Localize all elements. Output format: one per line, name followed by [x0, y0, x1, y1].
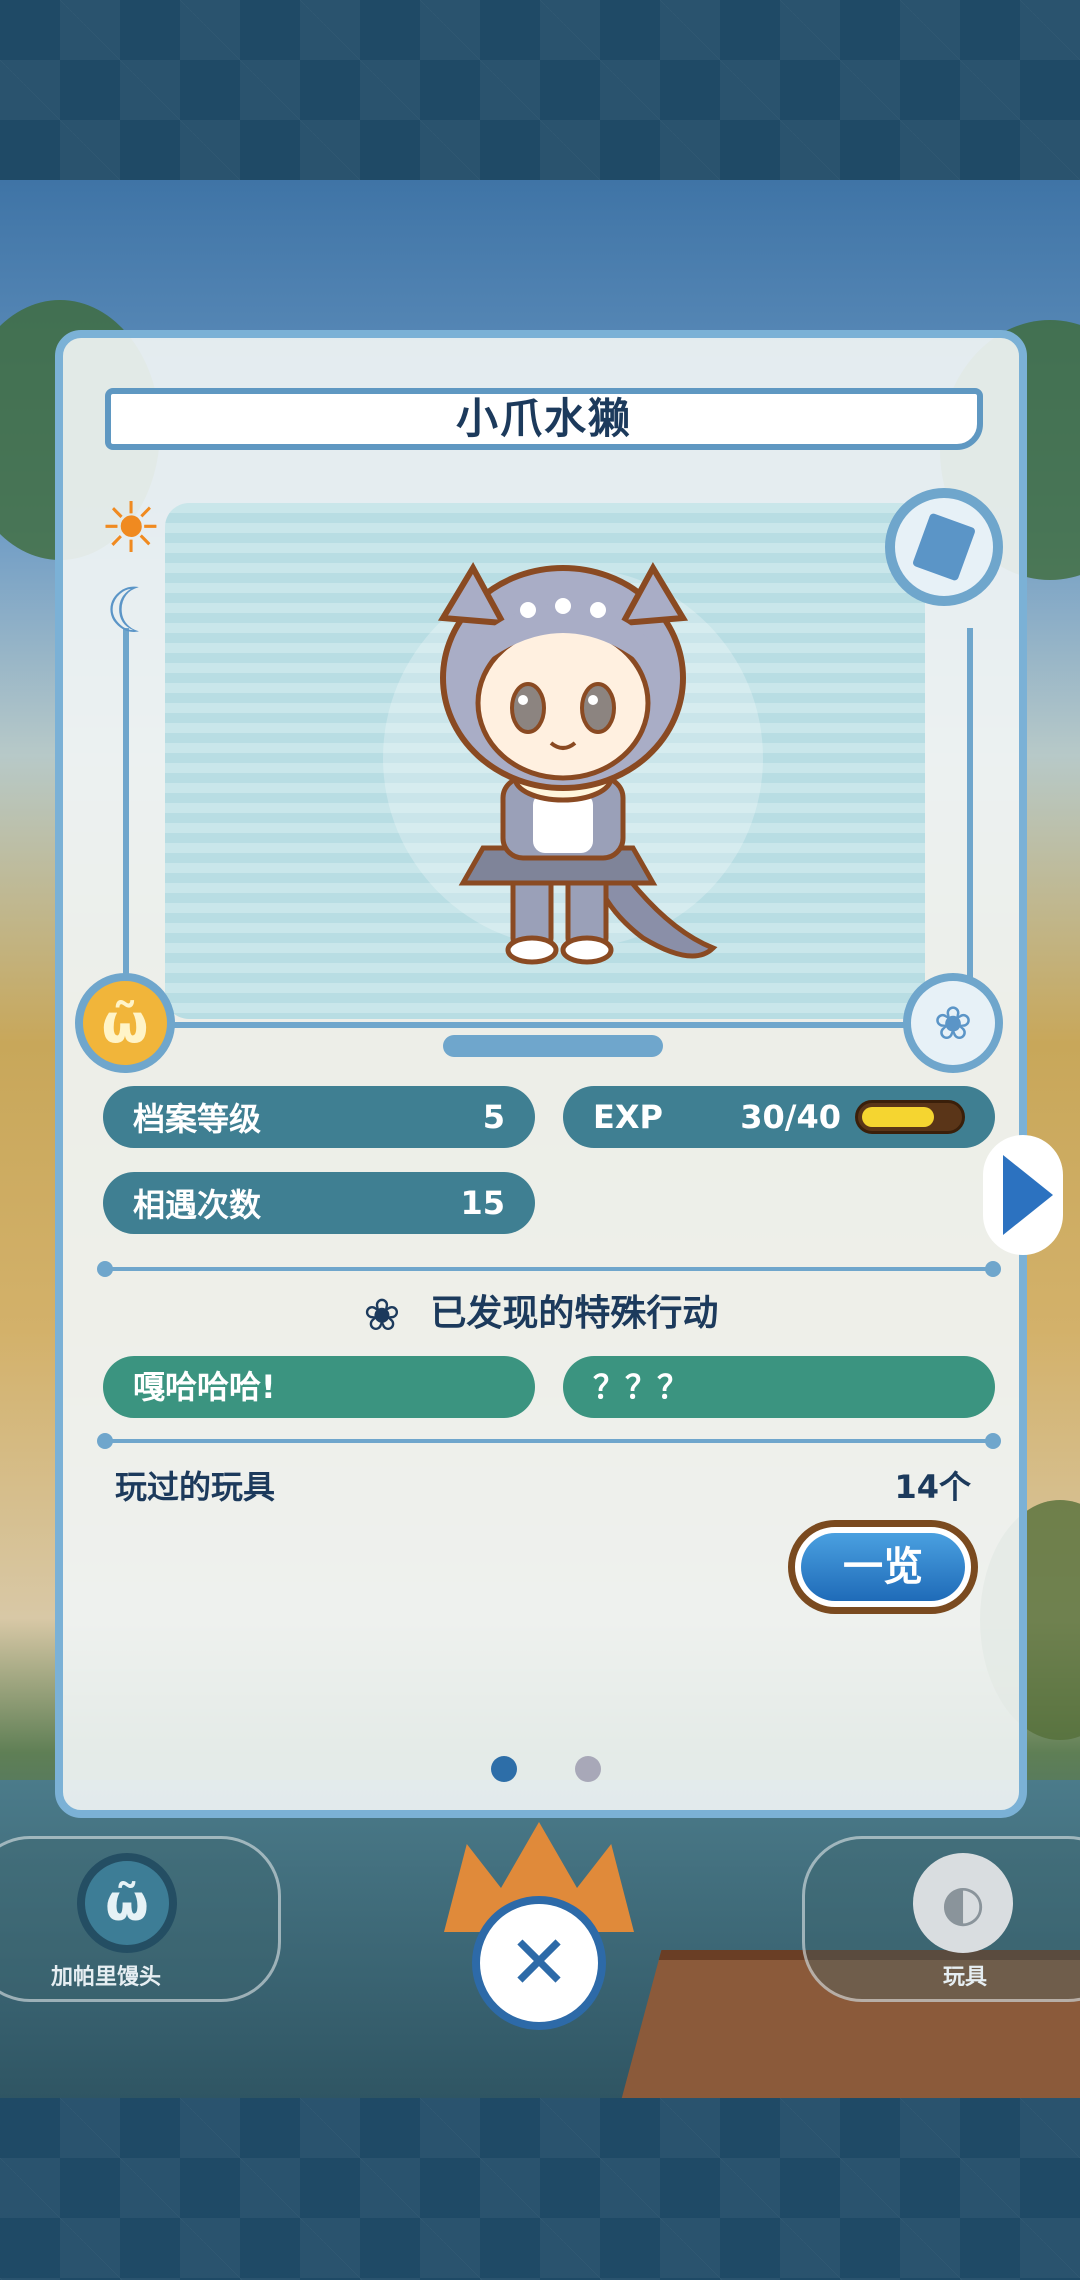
portrait-frame-tab	[443, 1035, 663, 1057]
tab-toys[interactable]: ◐ 玩具	[802, 1836, 1080, 2002]
manju-icon: ῶ	[77, 1853, 177, 1953]
exp-value: 30/40	[740, 1098, 841, 1136]
bottom-pattern-band	[0, 2098, 1080, 2280]
page-indicator-dot[interactable]	[575, 1756, 601, 1782]
profile-level-label: 档案等级	[133, 1100, 262, 1138]
exp-progress-bar	[855, 1100, 965, 1134]
paw-badge-icon[interactable]: ❀	[903, 973, 1003, 1073]
tab-japari-bun-label: 加帕里馒头	[50, 1965, 161, 1990]
paw-icon: ❀	[363, 1289, 401, 1341]
exp-label: EXP	[593, 1098, 663, 1136]
played-toys-label: 玩过的玩具	[115, 1468, 276, 1506]
page-indicator-dot-active[interactable]	[491, 1756, 517, 1782]
close-button[interactable]: ✕	[472, 1896, 606, 2030]
manju-icon[interactable]: ῶ	[75, 973, 175, 1073]
top-pattern-band	[0, 0, 1080, 180]
exp-progress-fill	[862, 1107, 934, 1127]
tab-japari-bun[interactable]: ῶ 加帕里馒头	[0, 1836, 281, 2002]
otter-character-illustration	[383, 561, 763, 965]
ball-icon: ◐	[913, 1853, 1013, 1953]
special-action-item[interactable]: ？？？	[563, 1356, 995, 1418]
card-icon[interactable]	[885, 488, 1003, 606]
toy-list-button[interactable]: 一览	[788, 1520, 978, 1614]
chevron-right-icon	[1003, 1155, 1053, 1235]
special-actions-title: 已发现的特殊行动	[430, 1293, 719, 1334]
tab-toys-label: 玩具	[942, 1965, 987, 1990]
next-page-button[interactable]	[983, 1135, 1063, 1255]
section-divider	[97, 1261, 1001, 1277]
encounter-count-pill: 相遇次数 15	[103, 1172, 535, 1234]
sun-icon[interactable]: ☀	[91, 487, 171, 569]
section-divider	[97, 1433, 1001, 1449]
encounter-count-value: 15	[460, 1184, 505, 1222]
friend-profile-dialog: 小爪水獭 ☀ ☾ ῶ ❀ 档案等级 5 EXP 30/40 相遇次数 15 ❀ …	[55, 330, 1027, 1818]
exp-pill: EXP 30/40	[563, 1086, 995, 1148]
encounter-count-label: 相遇次数	[133, 1186, 262, 1224]
moon-icon[interactable]: ☾	[93, 570, 173, 650]
profile-level-pill: 档案等级 5	[103, 1086, 535, 1148]
profile-level-value: 5	[482, 1098, 505, 1136]
special-action-item[interactable]: 嘎哈哈哈!	[103, 1356, 535, 1418]
toy-list-button-label: 一览	[801, 1533, 965, 1601]
close-icon: ✕	[507, 1920, 570, 2006]
character-name-title: 小爪水獭	[105, 388, 983, 450]
special-actions-heading: ❀ 已发现的特殊行动	[63, 1284, 1019, 1341]
played-toys-count: 14个	[894, 1468, 971, 1506]
